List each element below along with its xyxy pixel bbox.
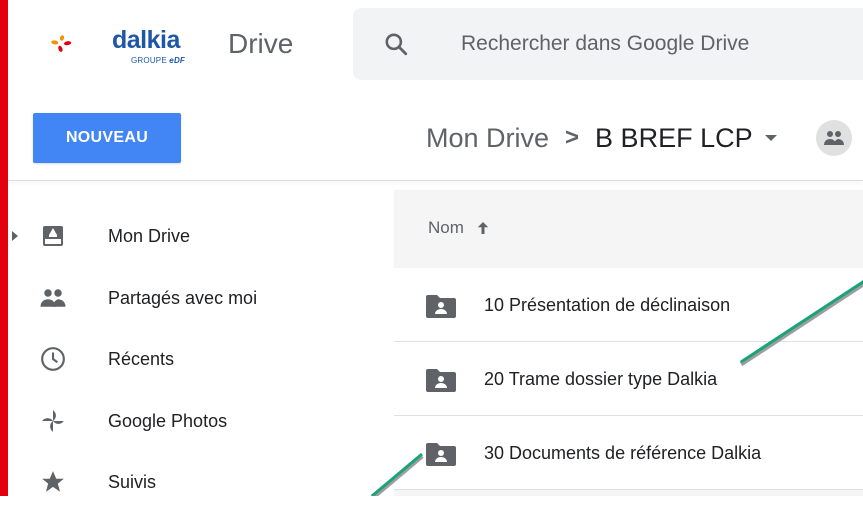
- file-row[interactable]: 20 Trame dossier type Dalkia: [394, 342, 863, 416]
- file-name: 10 Présentation de déclinaison: [484, 295, 731, 315]
- search-icon[interactable]: [383, 31, 409, 57]
- sidebar-item-label: Google Photos: [108, 410, 228, 431]
- dalkia-flame-icon: [51, 35, 72, 52]
- shared-folder-icon: [426, 369, 456, 392]
- sidebar-item-google-photos[interactable]: Google Photos: [8, 393, 388, 449]
- search-input[interactable]: [461, 30, 861, 58]
- sidebar-item-label: Suivis: [108, 471, 157, 492]
- column-header-label: Nom: [428, 218, 464, 237]
- column-header-name[interactable]: Nom: [428, 218, 492, 238]
- clock-icon: [38, 344, 68, 374]
- sidebar-item-mon-drive[interactable]: Mon Drive: [8, 208, 388, 264]
- file-row[interactable]: 30 Documents de référence Dalkia: [394, 416, 863, 490]
- sidebar-item-label: Récents: [108, 348, 175, 369]
- shared-folder-icon: [426, 443, 456, 466]
- caret-down-icon[interactable]: [764, 135, 777, 141]
- search-bar[interactable]: [353, 8, 863, 80]
- breadcrumb: Mon Drive > B BREF LCP: [426, 118, 777, 158]
- breadcrumb-separator: >: [565, 124, 580, 151]
- breadcrumb-current[interactable]: B BREF LCP: [595, 123, 753, 154]
- file-row[interactable]: 10 Présentation de déclinaison: [394, 268, 863, 342]
- star-icon: [38, 467, 68, 497]
- sidebar-item-recents[interactable]: Récents: [8, 331, 388, 387]
- header-divider: [8, 180, 863, 181]
- sidebar-item-label: Partagés avec moi: [108, 287, 258, 308]
- brand-sub-prefix: GROUPE: [131, 56, 170, 65]
- brand-sub-edf: eDF: [169, 56, 186, 65]
- shared-people-icon[interactable]: [816, 120, 852, 156]
- file-name: 20 Trame dossier type Dalkia: [484, 369, 718, 389]
- sidebar-item-partages[interactable]: Partagés avec moi: [8, 270, 388, 326]
- people-icon: [38, 283, 68, 313]
- brand-subtitle: GROUPE eDF: [131, 56, 185, 65]
- red-border-left: [0, 0, 8, 496]
- sidebar-item-label: Mon Drive: [108, 225, 191, 246]
- sidebar-item-suivis[interactable]: Suivis: [8, 454, 388, 510]
- brand-name: dalkia: [112, 26, 180, 54]
- app-title: Drive: [228, 28, 294, 59]
- expand-arrow-icon[interactable]: [12, 231, 18, 241]
- shared-folder-icon: [426, 295, 456, 318]
- pinwheel-icon: [38, 406, 68, 436]
- new-button[interactable]: NOUVEAU: [33, 113, 181, 163]
- sort-ascending-icon[interactable]: [474, 219, 492, 237]
- top-bar: dalkia GROUPE eDF Drive: [8, 0, 863, 88]
- file-name: 30 Documents de référence Dalkia: [484, 443, 762, 463]
- breadcrumb-root[interactable]: Mon Drive: [426, 123, 549, 154]
- drive-icon: [38, 221, 68, 251]
